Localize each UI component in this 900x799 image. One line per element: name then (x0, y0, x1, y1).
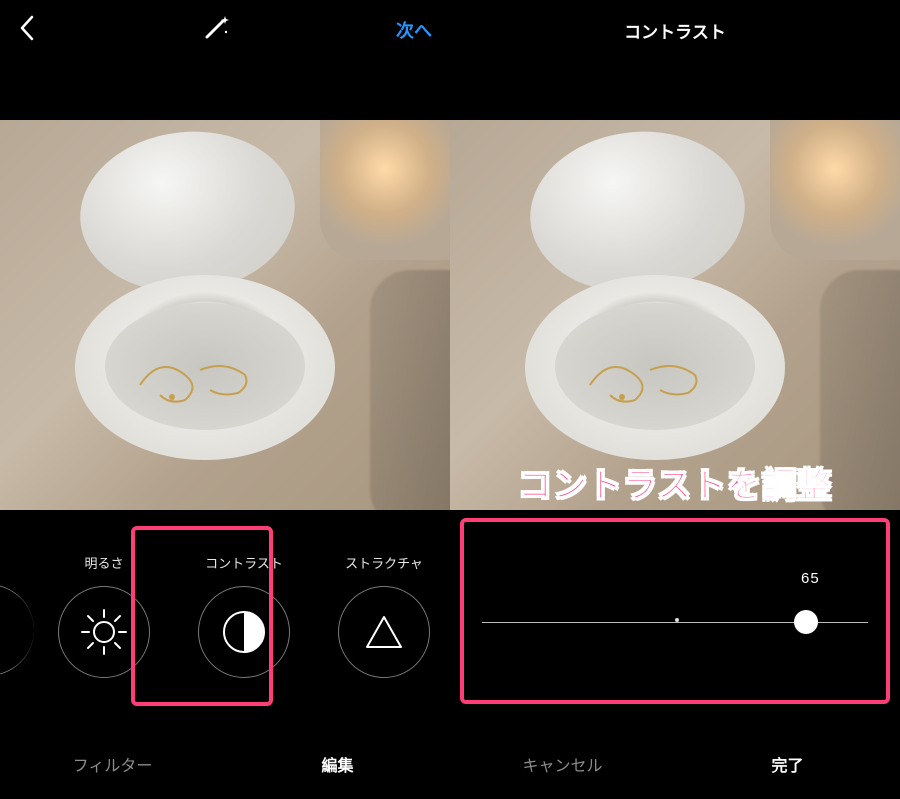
bottom-tabs: フィルター 編集 (0, 729, 450, 799)
photo-preview (0, 120, 450, 510)
header: 次へ (0, 0, 450, 60)
slider-value: 65 (801, 570, 820, 587)
header-title: コントラスト (450, 0, 900, 60)
photo-preview (450, 120, 900, 510)
chevron-left-icon (18, 14, 36, 42)
contrast-slider[interactable]: 65 (460, 524, 890, 700)
jewelry-decor (580, 345, 730, 415)
done-button[interactable]: 完了 (675, 752, 900, 776)
wand-icon (201, 13, 231, 43)
triangle-icon (361, 609, 407, 655)
next-button[interactable]: 次へ (396, 17, 432, 43)
sun-icon (79, 607, 129, 657)
annotation-text: コントラストを調整 (450, 458, 900, 507)
back-button[interactable] (18, 14, 36, 47)
tool-adjust[interactable] (0, 555, 34, 676)
tab-edit[interactable]: 編集 (225, 752, 450, 776)
tool-structure[interactable]: ストラクチャ (314, 553, 454, 678)
tool-label: ストラクチャ (314, 553, 454, 572)
edit-tools-screen: 次へ 明るさ (0, 0, 450, 799)
bottom-actions: キャンセル 完了 (450, 729, 900, 799)
annotation-highlight (131, 526, 273, 706)
cancel-button[interactable]: キャンセル (450, 752, 675, 776)
slider-origin-marker (675, 618, 679, 622)
jewelry-decor (130, 345, 280, 415)
tab-filter[interactable]: フィルター (0, 752, 225, 776)
slider-thumb[interactable] (794, 610, 818, 634)
contrast-adjust-screen: コントラスト コントラストを調整 65 キャンセル 完了 (450, 0, 900, 799)
magic-wand-button[interactable] (201, 13, 231, 48)
